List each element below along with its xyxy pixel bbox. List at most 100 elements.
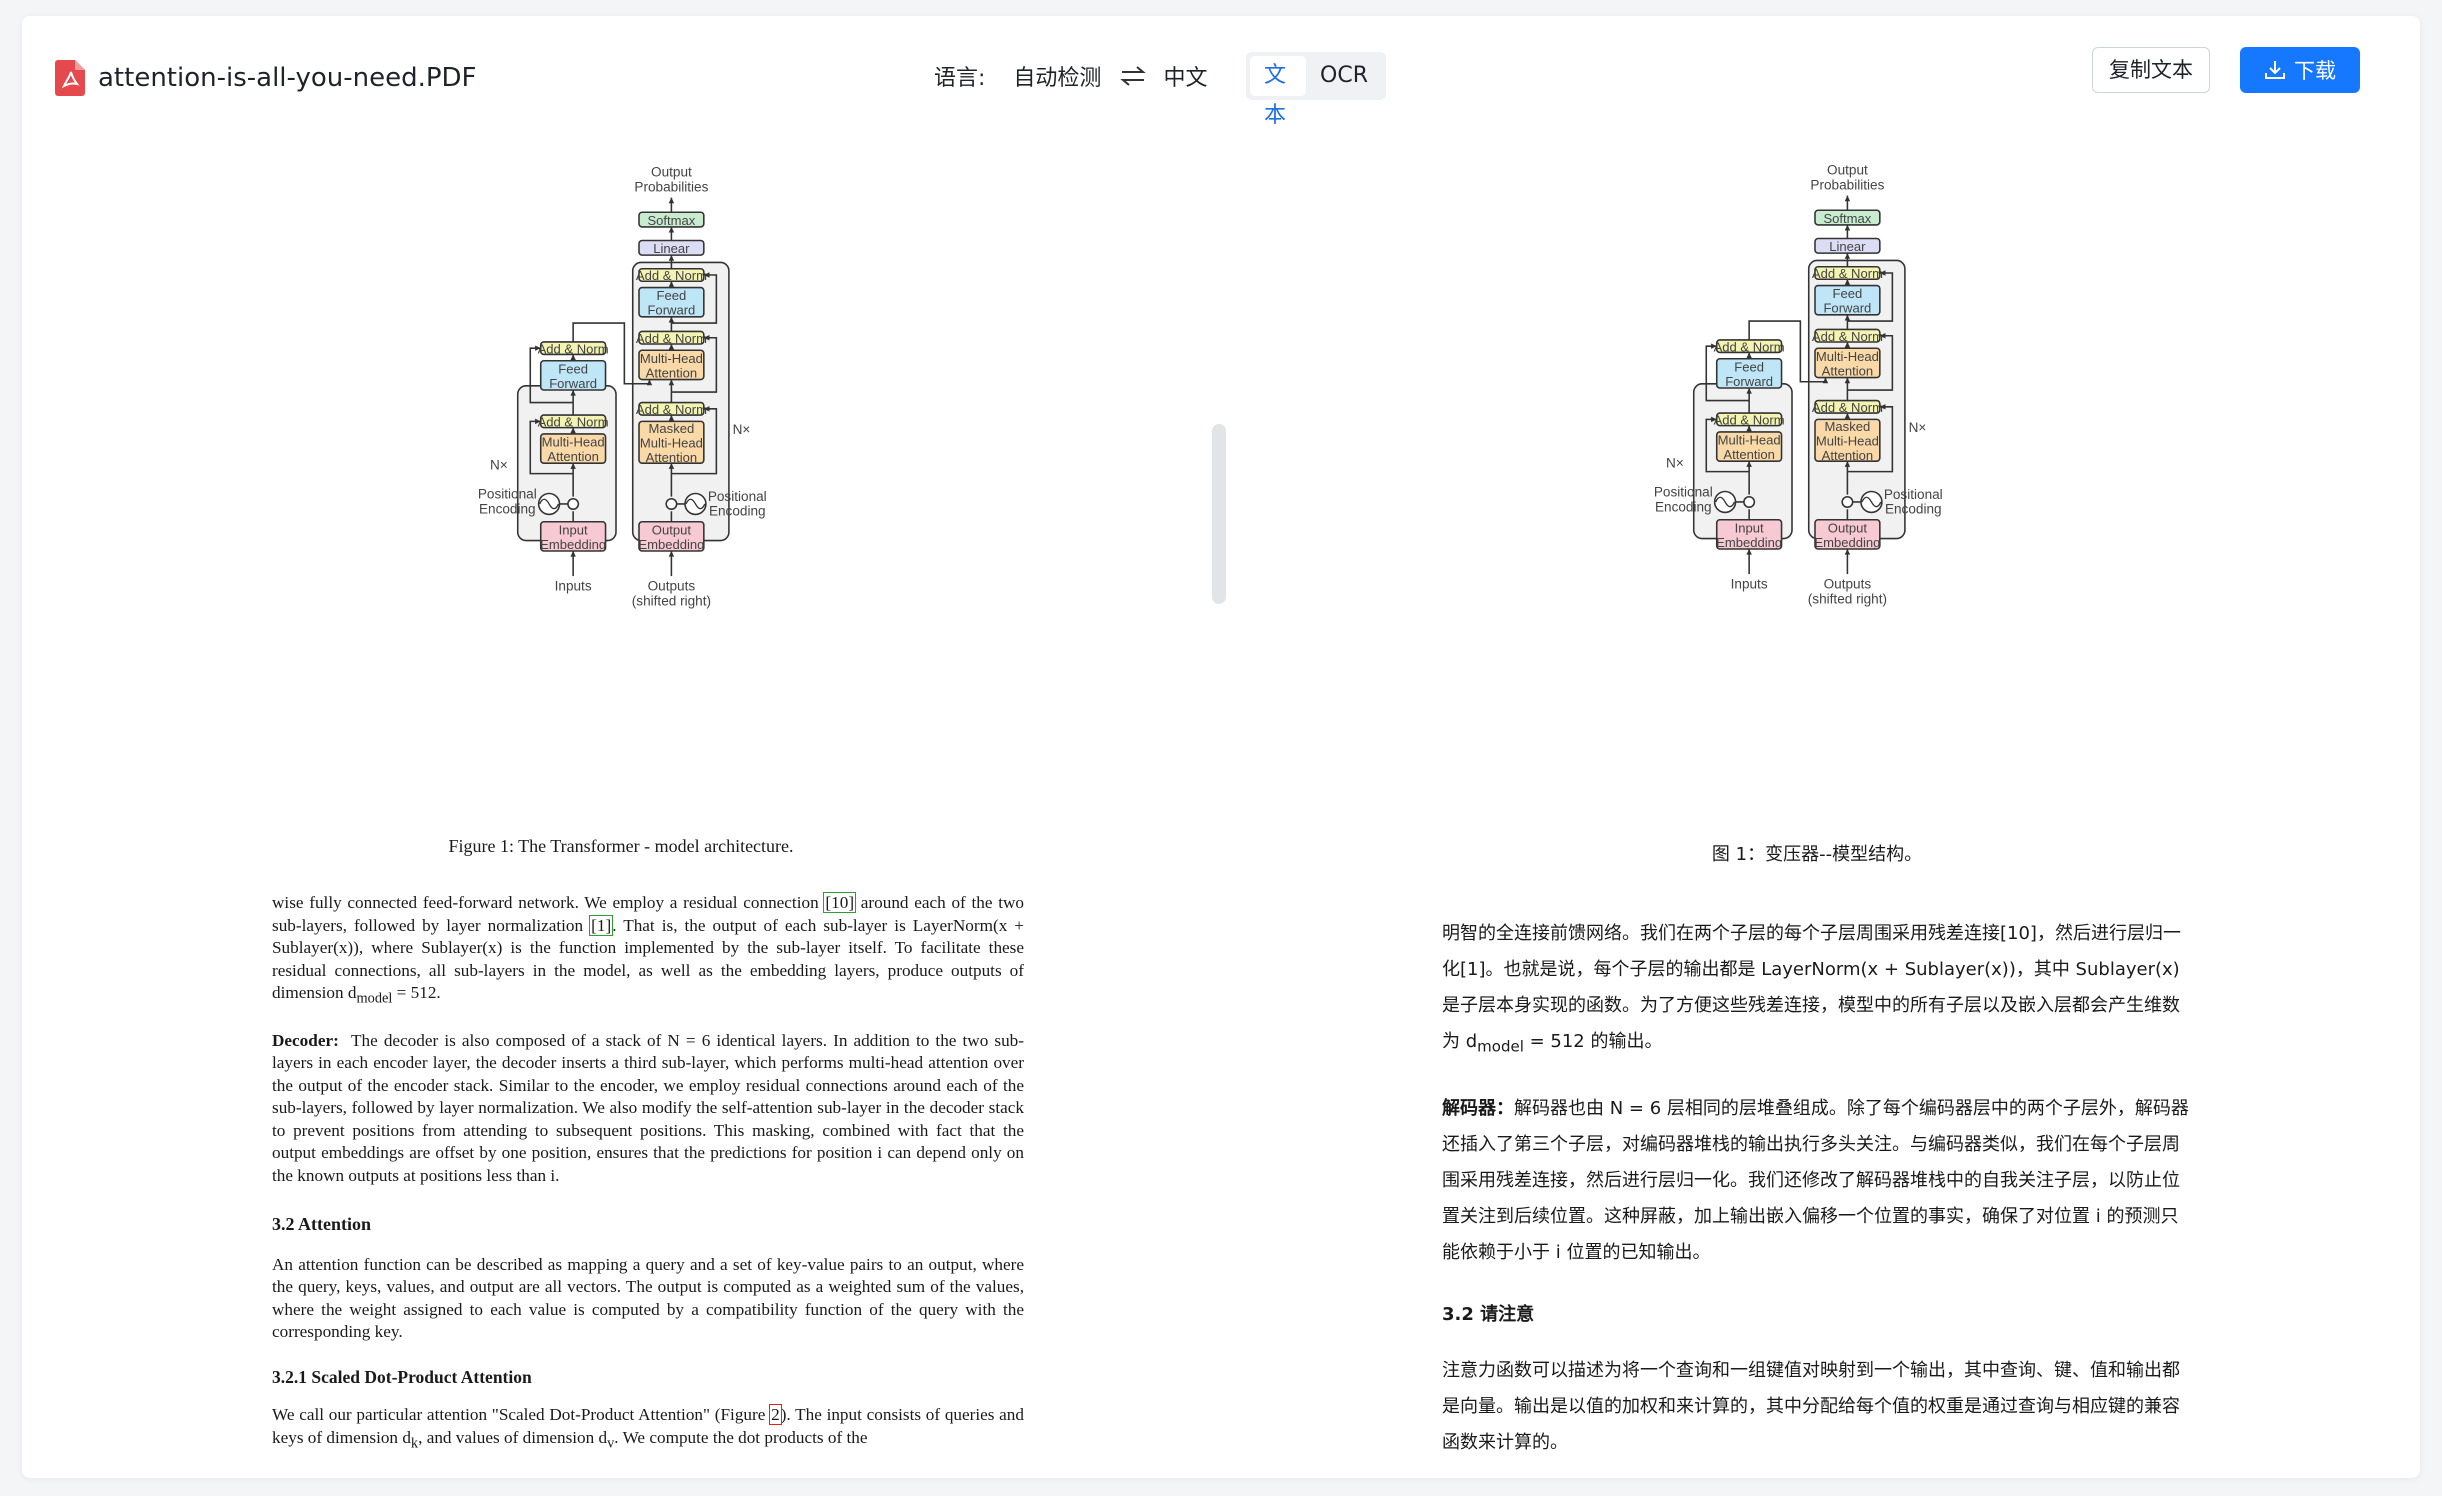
figure-caption: 图 1：变压器--模型结构。 [1711,844,1923,865]
output-probabilities-label: Probabilities [1810,177,1884,192]
encoder-add-norm-2-label: Add & Norm [1714,339,1785,354]
encoder-add-norm-2-label: Add & Norm [538,341,609,356]
encoder-add-circle [1743,495,1756,508]
transformer-diagram: N×N×OutputProbabilitiesSoftmaxLinearAdd … [1654,163,1942,607]
output-probabilities-label: Probabilities [634,179,708,194]
output-probabilities-label: Output [651,165,692,180]
original-document-pane: N× N× Output Probabilities Softmax Linear Add … [46,140,1196,1478]
outputs-label: (shifted right) [632,593,711,608]
decoder-masked-attention-label: Multi-Head [1816,434,1879,449]
decoder-masked-attention-label: Attention [1822,448,1874,463]
decoder-add-norm-1-label: Add & Norm [1812,400,1883,415]
inputs-label: Inputs [555,579,592,594]
view-mode-toggle: 文本 OCR [1246,52,1386,128]
paragraph-attention: 注意力函数可以描述为将一个查询和一组键值对映射到一个输出，其中查询、键、值和输出… [1442,1359,2180,1453]
decoder-masked-attention-label: Masked [1825,419,1871,434]
encoder-positional-label: Encoding [479,501,536,516]
decoder-cross-attention-label: Multi-Head [1816,349,1879,364]
decoder-positional-label: Positional [1884,487,1942,502]
decoder-feed-forward-label: Feed [1833,286,1863,301]
outputs-label: Outputs [1824,577,1872,592]
decoder-positional-label: Positional [708,489,766,504]
source-language-select[interactable]: 自动检测 [1013,60,1101,92]
decoder-cross-attention-label: Attention [646,365,698,380]
output-embedding-label: Embedding [638,537,704,552]
arrow-softmax-out-arrowhead [668,197,675,204]
decoder-masked-attention-label: Multi-Head [640,436,703,451]
app-window: attention-is-all-you-need.PDF 语言: 自动检测 中… [22,16,2420,1478]
paragraph-residual: wise fully connected feed-forward networ… [272,892,1025,1007]
output-embedding-label: Output [1828,520,1868,535]
encoder-nx-label: N× [1666,455,1684,470]
encoder-positional-label: Positional [478,487,537,502]
citation-link-1[interactable]: [1] [589,914,614,936]
figure-caption: Figure 1: The Transformer - model archit… [448,836,794,856]
softmax-label: Softmax [1823,211,1871,226]
input-embedding-label: Embedding [540,537,606,552]
target-language-select[interactable]: 中文 [1163,60,1207,92]
paragraph-attention: An attention function can be described a… [272,1254,1024,1342]
softmax-label: Softmax [647,213,695,228]
decoder-feed-forward-label: Forward [647,303,695,318]
encoder-positional-label: Encoding [1655,499,1712,514]
encoder-add-norm-1-label: Add & Norm [1714,413,1785,428]
decoder-masked-attention-label: Attention [646,450,698,465]
output-probabilities-label: Output [1827,163,1868,178]
tab-ocr[interactable]: OCR [1306,56,1382,96]
encoder-positional-label: Positional [1654,485,1713,500]
arrow-softmax-out-arrowhead [1844,195,1851,202]
input-embedding-label: Input [1735,520,1764,535]
encoder-feed-forward-label: Feed [1734,359,1764,374]
encoder-nx-label: N× [490,457,508,472]
decoder-add-circle [665,497,678,510]
encoder-attention-label: Attention [1723,447,1775,462]
output-embedding-label: Output [652,522,692,537]
encoder-feed-forward-label: Feed [558,361,588,376]
download-button[interactable]: 下载 [2240,47,2360,93]
section-heading-attention: 3.2 请注意 [1442,1303,1535,1325]
encoder-attention-label: Attention [547,449,599,464]
input-embedding-label: Input [559,522,588,537]
outputs-label: Outputs [648,579,696,594]
figure-link-2[interactable]: 2 [769,1404,782,1426]
outputs-label: (shifted right) [1808,591,1887,606]
section-heading-attention: 3.2 Attention [272,1214,371,1235]
translated-page: N× N× Output Probabilities Softmax Linear Add … [1242,140,2392,1478]
paragraph-residual: 明智的全连接前馈网络。我们在两个子层的每个子层周围采用残差连接[10]，然后进行… [1442,923,2181,1056]
encoder-feed-forward-label: Forward [1725,374,1773,389]
original-body: wise fully connected feed-forward networ… [272,892,1024,1475]
input-embedding-label: Embedding [1716,535,1782,550]
download-icon [2265,61,2285,79]
original-page: N× N× Output Probabilities Softmax Linear Add … [46,140,1196,1478]
language-label: 语言: [934,66,986,91]
inputs-label: Inputs [1731,577,1768,592]
copy-text-button[interactable]: 复制文本 [2092,47,2210,93]
translated-body: 明智的全连接前馈网络。我们在两个子层的每个子层周围采用残差连接[10]，然后进行… [1442,916,2194,1478]
decoder-positional-label: Encoding [709,503,766,518]
paragraph-sdpa: We call our particular attention "Scaled… [272,1404,1024,1452]
decoder-add-circle [1841,495,1854,508]
decoder-cross-attention-label: Attention [1822,363,1874,378]
tab-text[interactable]: 文本 [1250,56,1307,128]
encoder-add-circle [567,497,580,510]
pdf-file-icon [55,60,85,96]
encoder-attention-label: Multi-Head [542,434,605,449]
paragraph-decoder: 解码器：解码器也由 N = 6 层相同的层堆叠组成。除了每个编码器层中的两个子层… [1442,1097,2189,1263]
decoder-nx-label: N× [1909,420,1927,435]
decoder-positional-label: Encoding [1885,501,1942,516]
citation-link-10[interactable]: [10] [823,892,857,913]
swap-icon[interactable] [1119,64,1147,88]
paragraph-decoder: Decoder: The decoder is also composed of… [272,1030,1025,1185]
encoder-attention-label: Multi-Head [1718,432,1781,447]
language-bar: 语言: 自动检测 中文 [934,56,1207,96]
translated-document-pane: N× N× Output Probabilities Softmax Linear Add … [1242,140,2392,1478]
output-embedding-label: Embedding [1814,535,1880,550]
scrollbar-thumb[interactable] [1212,424,1226,604]
decoder-cross-attention-label: Multi-Head [640,351,703,366]
file-name: attention-is-all-you-need.PDF [98,63,477,93]
download-label: 下载 [2294,59,2336,83]
decoder-add-norm-3-label: Add & Norm [1812,266,1883,281]
subsection-heading-sdpa: 3.2.1 Scaled Dot-Product Attention [272,1366,532,1387]
decoder-nx-label: N× [733,422,751,437]
decoder-add-norm-2-label: Add & Norm [1812,329,1883,344]
